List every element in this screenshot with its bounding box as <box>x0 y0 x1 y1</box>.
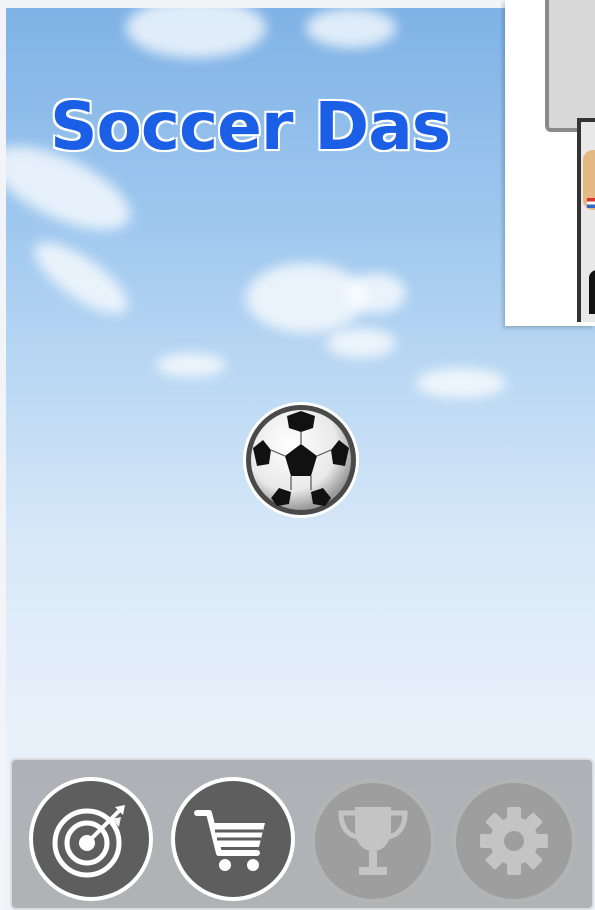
advertisement-panel[interactable] <box>505 0 595 326</box>
trophy-button[interactable] <box>311 779 435 903</box>
cloud <box>346 273 406 313</box>
soccer-ball-icon[interactable] <box>241 400 361 520</box>
cloud <box>126 8 266 58</box>
cloud <box>326 328 396 358</box>
game-title: Soccer Das <box>50 88 451 165</box>
shopping-cart-icon <box>194 810 265 871</box>
ad-frame <box>545 0 595 132</box>
cloud <box>306 8 396 48</box>
shop-button[interactable] <box>171 777 295 901</box>
ad-flag-stripe <box>587 198 595 208</box>
target-button[interactable] <box>29 777 153 901</box>
trophy-icon <box>338 807 408 875</box>
target-icon <box>52 805 125 878</box>
ad-person-body <box>589 270 595 314</box>
cloud <box>156 353 226 377</box>
cloud <box>416 368 506 398</box>
settings-button[interactable] <box>452 779 576 903</box>
gear-icon <box>480 807 548 875</box>
cloud <box>24 230 138 326</box>
